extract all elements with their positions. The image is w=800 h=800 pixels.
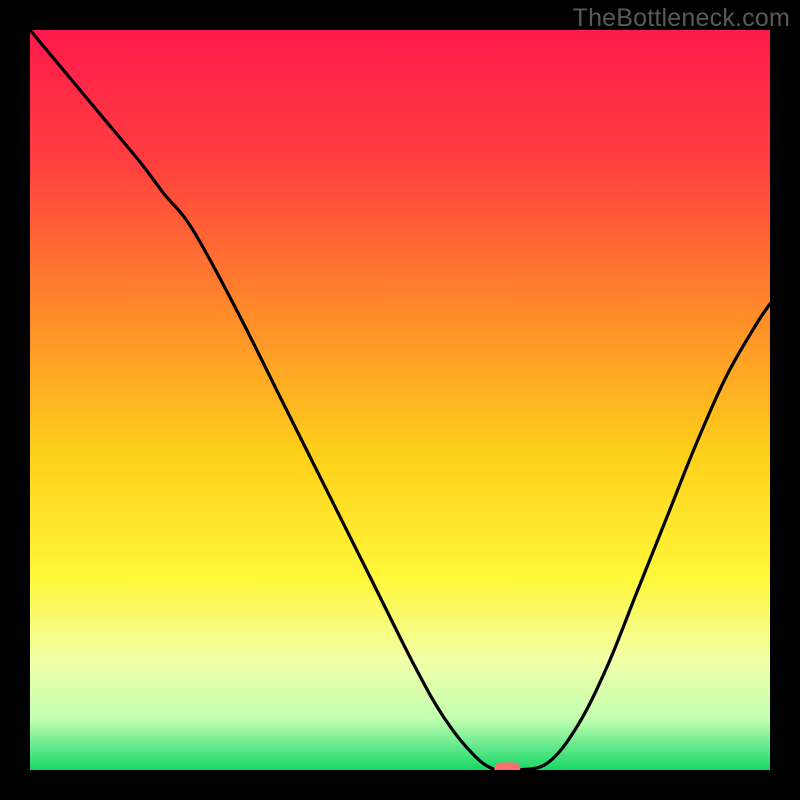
best-match-marker [494, 763, 520, 771]
gradient-background [30, 30, 770, 770]
chart-container: TheBottleneck.com [0, 0, 800, 800]
plot-area [30, 30, 770, 770]
chart-svg [30, 30, 770, 770]
watermark-text: TheBottleneck.com [573, 4, 790, 33]
